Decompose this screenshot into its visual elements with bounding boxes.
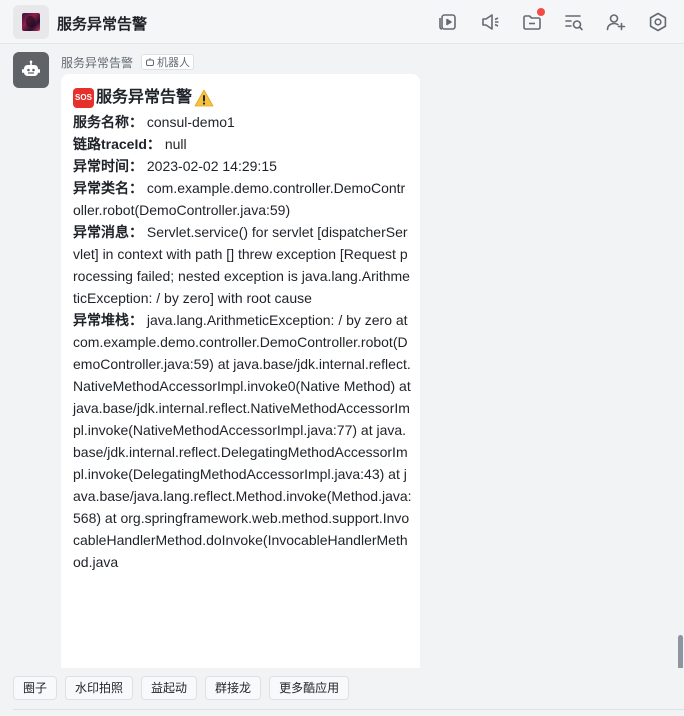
app-chip[interactable]: 更多酷应用	[269, 676, 350, 700]
field-key: 链路traceId：	[73, 136, 161, 152]
card-field: 异常类名： com.example.demo.controller.DemoCo…	[73, 177, 412, 221]
chat-header: 服务异常告警	[0, 0, 684, 44]
field-key: 异常消息：	[73, 224, 143, 240]
notification-dot	[537, 8, 545, 16]
bot-avatar[interactable]	[13, 52, 49, 88]
card-field: 链路traceId： null	[73, 133, 412, 155]
message-scrollbar[interactable]	[678, 635, 683, 668]
settings-icon[interactable]	[647, 11, 669, 33]
card-fields: 服务名称： consul-demo1 链路traceId： null 异常时间： 2…	[73, 111, 412, 573]
field-value: 2023-02-02 14:29:15	[146, 158, 277, 174]
robot-icon	[22, 60, 40, 76]
card-title: SOS 服务异常告警	[73, 85, 412, 111]
app-chip[interactable]: 群接龙	[205, 676, 262, 700]
field-key: 异常堆栈：	[73, 312, 143, 328]
app-chip[interactable]: 益起动	[141, 676, 198, 700]
field-key: 异常类名：	[73, 180, 143, 196]
app-chip[interactable]: 圈子	[13, 676, 58, 700]
input-divider	[13, 709, 684, 710]
bot-tag-label: 机器人	[157, 57, 191, 69]
sos-icon: SOS	[73, 88, 94, 108]
sender-name[interactable]: 服务异常告警	[61, 54, 133, 71]
card-field: 异常堆栈： java.lang.ArithmeticException: / b…	[73, 309, 412, 573]
message-card[interactable]: SOS 服务异常告警 服务名称： consul-demo1 链路traceId： …	[61, 74, 420, 668]
bot-tag-icon	[146, 58, 155, 66]
add-member-icon[interactable]	[605, 11, 627, 33]
field-value: consul-demo1	[146, 114, 235, 130]
field-value: null	[164, 136, 187, 152]
app-chips: 圈子 水印拍照 益起动 群接龙 更多酷应用	[13, 676, 350, 700]
field-key: 异常时间：	[73, 158, 143, 174]
field-key: 服务名称：	[73, 114, 143, 130]
card-field: 异常消息： Servlet.service() for servlet [dis…	[73, 221, 412, 309]
message-list[interactable]: 服务异常告警 机器人 SOS 服务异常告警 服务名称： consul-demo1…	[0, 45, 684, 668]
group-avatar[interactable]	[13, 5, 49, 39]
app-chip[interactable]: 水印拍照	[65, 676, 134, 700]
video-meeting-icon[interactable]	[437, 11, 459, 33]
card-title-text: 服务异常告警	[96, 89, 193, 106]
group-avatar-image	[22, 13, 40, 31]
announcement-icon[interactable]	[479, 11, 501, 33]
bot-tag: 机器人	[141, 54, 195, 70]
app-shortcut-bar: 圈子 水印拍照 益起动 群接龙 更多酷应用	[0, 668, 684, 716]
search-list-icon[interactable]	[563, 11, 585, 33]
warning-icon	[194, 89, 214, 107]
chat-title[interactable]: 服务异常告警	[57, 13, 147, 34]
card-field: 异常时间： 2023-02-02 14:29:15	[73, 155, 412, 177]
card-field: 服务名称： consul-demo1	[73, 111, 412, 133]
sender-line: 服务异常告警 机器人	[61, 54, 195, 71]
field-value: java.lang.ArithmeticException: / by zero…	[73, 312, 412, 570]
folder-icon[interactable]	[521, 8, 545, 33]
